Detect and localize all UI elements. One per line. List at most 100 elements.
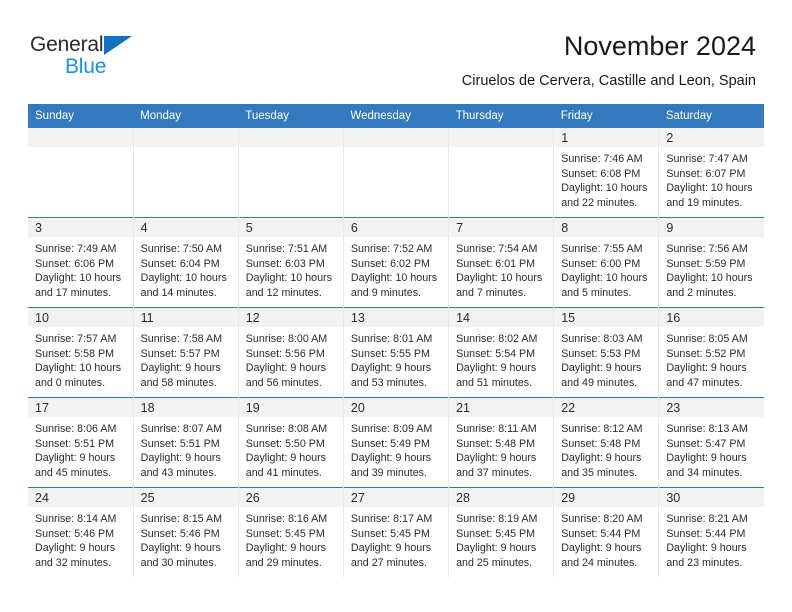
day-number: 23 — [659, 398, 764, 417]
daylight-text-line1: Daylight: 9 hours — [666, 452, 747, 465]
sunrise-text: Sunrise: 7:47 AM — [666, 153, 748, 165]
day-details: Sunrise: 8:06 AM Sunset: 5:51 PM Daylight:… — [28, 417, 133, 480]
day-details: Sunrise: 8:07 AM Sunset: 5:51 PM Daylight:… — [134, 417, 238, 480]
day-number: 2 — [659, 128, 764, 147]
calendar-day-cell[interactable]: 22 Sunrise: 8:12 AM Sunset: 5:48 PM Dayligh… — [553, 397, 660, 488]
day-number: 22 — [554, 398, 659, 417]
day-number: 6 — [343, 218, 449, 237]
day-details: Sunrise: 8:09 AM Sunset: 5:49 PM Daylight:… — [344, 417, 448, 480]
sunset-text: Sunset: 6:01 PM — [456, 257, 536, 270]
day-number: 18 — [133, 398, 238, 417]
daylight-text-line2: and 32 minutes. — [35, 556, 112, 569]
calendar-day-cell[interactable]: 8 Sunrise: 7:55 AM Sunset: 6:00 PM Daylight… — [553, 217, 660, 308]
weekday-header-saturday: Saturday — [658, 104, 764, 128]
day-number: 9 — [659, 218, 764, 237]
calendar-day-cell[interactable]: 21 Sunrise: 8:11 AM Sunset: 5:48 PM Dayligh… — [448, 397, 555, 488]
calendar-week-row: 24 Sunrise: 8:14 AM Sunset: 5:46 PM Dayligh… — [28, 487, 764, 577]
daylight-text-line1: Daylight: 10 hours — [456, 272, 543, 285]
calendar-day-cell[interactable]: 7 Sunrise: 7:54 AM Sunset: 6:01 PM Daylight… — [448, 217, 555, 308]
daylight-text-line1: Daylight: 9 hours — [245, 362, 326, 375]
calendar-day-cell[interactable]: 5 Sunrise: 7:51 AM Sunset: 6:03 PM Daylight… — [238, 217, 344, 308]
daylight-text-line2: and 14 minutes. — [140, 286, 217, 299]
calendar-day-cell[interactable]: 25 Sunrise: 8:15 AM Sunset: 5:46 PM Dayligh… — [133, 487, 239, 577]
calendar-day-cell[interactable]: 12 Sunrise: 8:00 AM Sunset: 5:56 PM Dayligh… — [238, 307, 344, 398]
day-number: 10 — [28, 308, 133, 327]
calendar-day-cell[interactable]: 13 Sunrise: 8:01 AM Sunset: 5:55 PM Dayligh… — [343, 307, 450, 398]
sunset-text: Sunset: 5:51 PM — [140, 437, 220, 450]
day-number — [133, 128, 238, 147]
calendar-day-cell[interactable]: 4 Sunrise: 7:50 AM Sunset: 6:04 PM Daylight… — [133, 217, 239, 308]
calendar-page: General Blue November 2024 Ciruelos de C… — [0, 0, 792, 612]
calendar-day-cell[interactable]: 27 Sunrise: 8:17 AM Sunset: 5:45 PM Dayligh… — [343, 487, 450, 577]
day-details: Sunrise: 8:12 AM Sunset: 5:48 PM Daylight:… — [554, 417, 658, 480]
daylight-text-line2: and 58 minutes. — [140, 376, 217, 389]
daylight-text-line2: and 23 minutes. — [666, 556, 743, 569]
calendar-day-cell[interactable]: 23 Sunrise: 8:13 AM Sunset: 5:47 PM Dayligh… — [658, 397, 764, 488]
calendar-day-cell[interactable]: 24 Sunrise: 8:14 AM Sunset: 5:46 PM Dayligh… — [28, 487, 134, 577]
calendar-day-cell[interactable]: 19 Sunrise: 8:08 AM Sunset: 5:50 PM Dayligh… — [238, 397, 344, 488]
daylight-text-line2: and 47 minutes. — [666, 376, 743, 389]
calendar-day-cell[interactable]: 1 Sunrise: 7:46 AM Sunset: 6:08 PM Daylight… — [553, 128, 660, 218]
sunset-text: Sunset: 6:03 PM — [245, 257, 325, 270]
daylight-text-line1: Daylight: 10 hours — [666, 272, 753, 285]
sunset-text: Sunset: 6:07 PM — [666, 167, 746, 180]
day-number: 20 — [343, 398, 449, 417]
calendar-day-cell[interactable]: 16 Sunrise: 8:05 AM Sunset: 5:52 PM Dayligh… — [658, 307, 764, 398]
day-number: 13 — [343, 308, 449, 327]
sunset-text: Sunset: 5:50 PM — [245, 437, 325, 450]
calendar-day-cell[interactable]: 28 Sunrise: 8:19 AM Sunset: 5:45 PM Dayligh… — [448, 487, 555, 577]
daylight-text-line1: Daylight: 10 hours — [35, 272, 122, 285]
calendar-day-cell[interactable]: 6 Sunrise: 7:52 AM Sunset: 6:02 PM Daylight… — [343, 217, 450, 308]
calendar-day-cell[interactable]: 29 Sunrise: 8:20 AM Sunset: 5:44 PM Dayligh… — [553, 487, 660, 577]
sunrise-text: Sunrise: 7:52 AM — [350, 243, 433, 255]
calendar-day-cell[interactable]: 10 Sunrise: 7:57 AM Sunset: 5:58 PM Dayligh… — [28, 307, 134, 398]
daylight-text-line2: and 22 minutes. — [561, 196, 638, 209]
calendar-day-cell[interactable]: 15 Sunrise: 8:03 AM Sunset: 5:53 PM Dayligh… — [553, 307, 660, 398]
daylight-text-line1: Daylight: 10 hours — [666, 182, 753, 195]
sunrise-text: Sunrise: 8:08 AM — [245, 423, 328, 435]
daylight-text-line1: Daylight: 9 hours — [140, 452, 221, 465]
sunset-text: Sunset: 5:45 PM — [456, 527, 536, 540]
daylight-text-line1: Daylight: 9 hours — [140, 542, 221, 555]
calendar-day-cell[interactable]: 11 Sunrise: 7:58 AM Sunset: 5:57 PM Dayligh… — [133, 307, 239, 398]
calendar-week-row: 17 Sunrise: 8:06 AM Sunset: 5:51 PM Dayligh… — [28, 397, 764, 488]
day-details: Sunrise: 8:00 AM Sunset: 5:56 PM Daylight:… — [239, 327, 343, 390]
sunrise-text: Sunrise: 8:09 AM — [350, 423, 433, 435]
calendar-week-row: 1 Sunrise: 7:46 AM Sunset: 6:08 PM Daylight… — [28, 128, 764, 218]
daylight-text-line1: Daylight: 9 hours — [456, 452, 537, 465]
weekday-header-thursday: Thursday — [448, 104, 554, 128]
calendar-day-cell[interactable]: 30 Sunrise: 8:21 AM Sunset: 5:44 PM Dayligh… — [658, 487, 764, 577]
daylight-text-line2: and 19 minutes. — [666, 196, 743, 209]
day-number: 3 — [28, 218, 133, 237]
logo-triangle-icon — [104, 36, 132, 55]
calendar-day-cell[interactable]: 14 Sunrise: 8:02 AM Sunset: 5:54 PM Dayligh… — [448, 307, 555, 398]
daylight-text-line2: and 7 minutes. — [456, 286, 527, 299]
calendar-day-cell[interactable]: 2 Sunrise: 7:47 AM Sunset: 6:07 PM Daylight… — [658, 128, 764, 218]
day-details: Sunrise: 7:55 AM Sunset: 6:00 PM Daylight:… — [554, 237, 658, 300]
daylight-text-line2: and 30 minutes. — [140, 556, 217, 569]
daylight-text-line1: Daylight: 10 hours — [140, 272, 227, 285]
day-details: Sunrise: 7:52 AM Sunset: 6:02 PM Daylight:… — [344, 237, 448, 300]
calendar-day-cell[interactable]: 18 Sunrise: 8:07 AM Sunset: 5:51 PM Dayligh… — [133, 397, 239, 488]
sunset-text: Sunset: 5:55 PM — [350, 347, 430, 360]
calendar-day-cell[interactable]: 26 Sunrise: 8:16 AM Sunset: 5:45 PM Dayligh… — [238, 487, 344, 577]
calendar-day-cell[interactable]: 17 Sunrise: 8:06 AM Sunset: 5:51 PM Dayligh… — [28, 397, 134, 488]
sunset-text: Sunset: 5:49 PM — [350, 437, 430, 450]
sunrise-text: Sunrise: 8:16 AM — [245, 513, 328, 525]
sunrise-text: Sunrise: 7:54 AM — [456, 243, 538, 255]
day-details: Sunrise: 8:13 AM Sunset: 5:47 PM Daylight:… — [659, 417, 764, 480]
daylight-text-line2: and 53 minutes. — [350, 376, 427, 389]
calendar-day-cell[interactable]: 3 Sunrise: 7:49 AM Sunset: 6:06 PM Daylight… — [28, 217, 134, 308]
day-number: 1 — [554, 128, 659, 147]
general-blue-logo[interactable]: General Blue — [30, 33, 220, 83]
sunset-text: Sunset: 5:45 PM — [245, 527, 325, 540]
calendar-day-cell[interactable]: 20 Sunrise: 8:09 AM Sunset: 5:49 PM Dayligh… — [343, 397, 450, 488]
weekday-header-friday: Friday — [553, 104, 659, 128]
sunset-text: Sunset: 6:06 PM — [35, 257, 115, 270]
weekday-header-monday: Monday — [133, 104, 239, 128]
day-details: Sunrise: 7:54 AM Sunset: 6:01 PM Daylight:… — [449, 237, 553, 300]
day-number: 7 — [449, 218, 554, 237]
daylight-text-line2: and 27 minutes. — [350, 556, 427, 569]
calendar-day-cell[interactable]: 9 Sunrise: 7:56 AM Sunset: 5:59 PM Daylight… — [658, 217, 764, 308]
logo-text-blue: Blue — [65, 55, 107, 78]
